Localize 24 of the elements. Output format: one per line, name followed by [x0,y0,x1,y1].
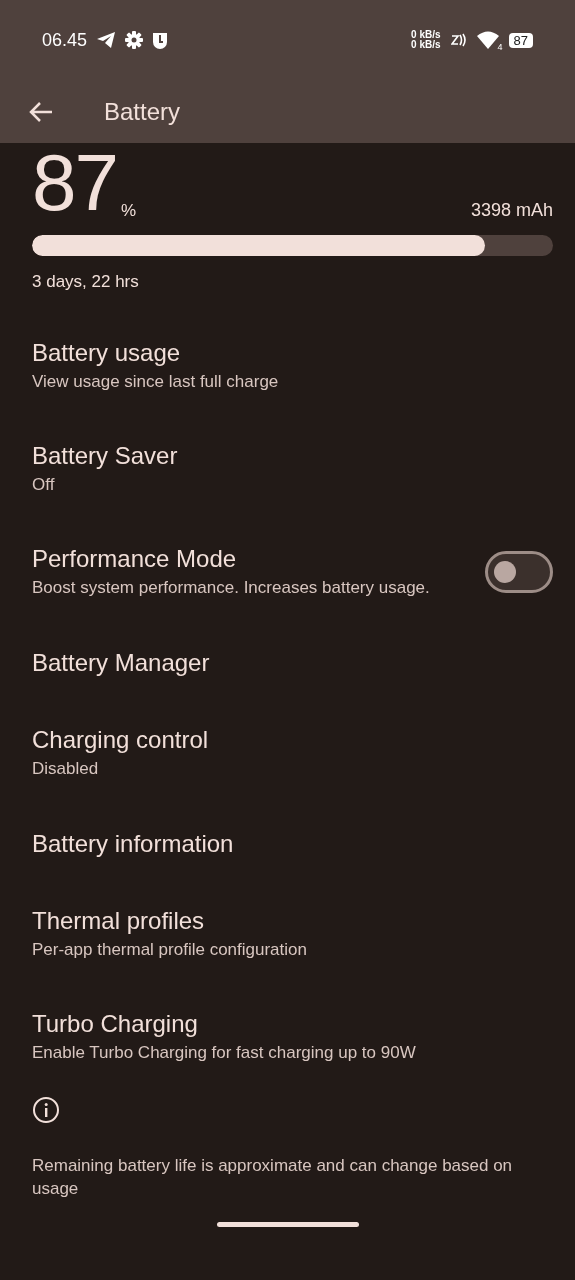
shield-icon [152,31,169,49]
network-speed: 0 kB/s 0 kB/s [411,30,441,50]
send-icon [96,31,117,49]
settings-item[interactable]: Battery Saver Off [0,417,575,520]
percent-sign: % [121,201,137,221]
settings-item[interactable]: Battery Manager [0,623,575,701]
settings-item[interactable]: Performance Mode Boost system performance. Increases battery usage. [0,520,575,623]
settings-item[interactable]: Battery information [0,804,575,882]
settings-item[interactable]: Battery usage View usage since last full charge [0,314,575,417]
clock: 06.45 [42,29,88,51]
battery-indicator: 87 [508,32,533,48]
info-icon [32,1096,60,1124]
settings-item[interactable]: Turbo Charging Enable Turbo Charging for fast charging up to 90W [0,985,575,1088]
footer-note: Remaining battery life is approximate and can change based on usage [32,1155,514,1200]
nfc-icon [450,33,467,47]
settings-icon [125,31,144,49]
toggle-switch[interactable] [485,550,553,593]
page-title: Battery [104,97,181,126]
battery-capacity: 3398 mAh [470,200,553,221]
navigation-handle[interactable] [217,1222,359,1227]
settings-item[interactable]: Thermal profiles Per-app thermal profile configuration [0,882,575,985]
settings-item[interactable]: Charging control Disabled [0,701,575,804]
battery-percentage: 87 [32,143,117,223]
remaining-time: 3 days, 22 hrs [32,272,140,292]
